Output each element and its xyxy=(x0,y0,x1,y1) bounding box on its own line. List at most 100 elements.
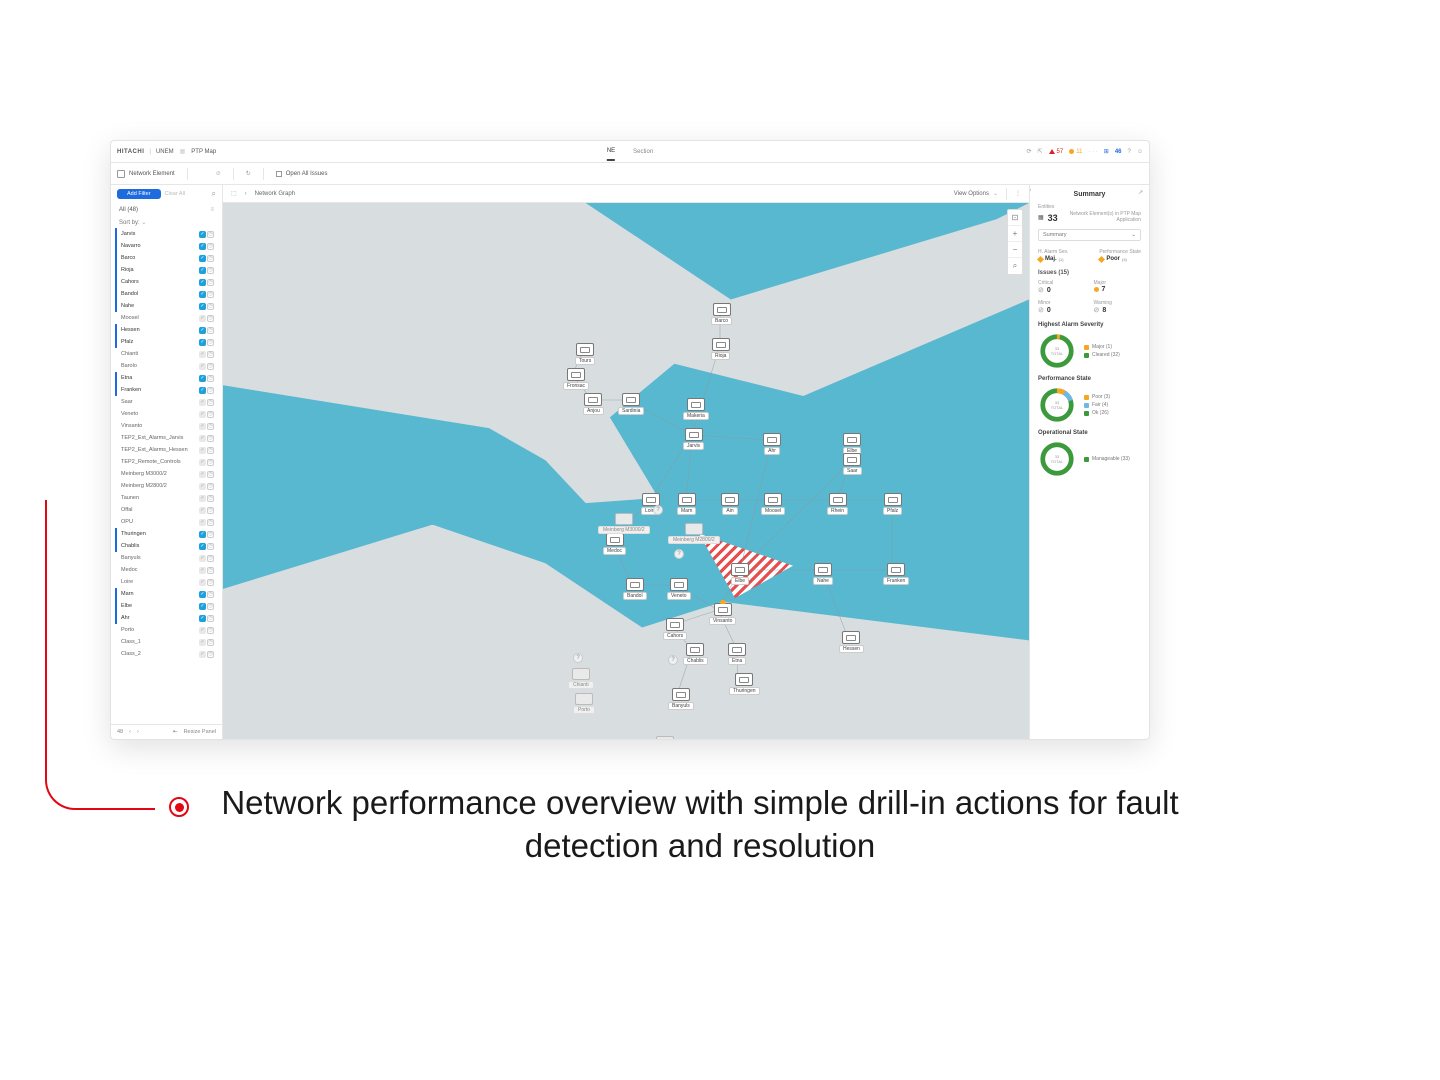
unknown-node-icon[interactable]: ? xyxy=(653,505,663,515)
list-item[interactable]: TEP2_Remote_Controls✓◷ xyxy=(115,456,218,468)
list-item[interactable]: Navarro✓◷ xyxy=(115,240,218,252)
popout-icon[interactable]: ⇱ xyxy=(1038,148,1043,155)
tab-section[interactable]: Section xyxy=(633,144,653,160)
network-node[interactable]: Elbe xyxy=(843,433,861,455)
network-node[interactable]: Makeria xyxy=(683,398,709,420)
user-icon[interactable]: ☺ xyxy=(1137,149,1143,155)
list-item[interactable]: Barco✓◷ xyxy=(115,252,218,264)
network-node[interactable]: Etna xyxy=(728,643,746,665)
ne-tab[interactable]: Network Element xyxy=(117,170,175,178)
add-filter-button[interactable]: Add Filter xyxy=(117,189,161,199)
unknown-node-icon[interactable]: ? xyxy=(573,653,583,663)
network-node-offline[interactable]: Chianti xyxy=(568,668,594,689)
app-crumb[interactable]: PTP Map xyxy=(191,149,216,155)
map-search-icon[interactable]: ⌕ xyxy=(1008,258,1022,274)
clear-all-button[interactable]: Clear All xyxy=(165,191,185,197)
map-controls: ⊡ + − ⌕ xyxy=(1007,209,1023,275)
map-zoom-fit-icon[interactable]: ⊡ xyxy=(1008,210,1022,226)
list-item[interactable]: Jarvis✓◷ xyxy=(115,228,218,240)
network-node[interactable]: Medoc xyxy=(603,533,626,555)
refresh-icon[interactable]: ↻ xyxy=(246,170,251,177)
app-window: HITACHI | UNEM ▦ PTP Map NE Section ⟳ ⇱ … xyxy=(110,140,1150,740)
tab-ne[interactable]: NE xyxy=(607,143,615,161)
warning-count: ⊘8 xyxy=(1094,306,1142,314)
network-node-offline[interactable]: Meinberg M3000/2 xyxy=(598,513,650,534)
list-item[interactable]: Moosel✓◷ xyxy=(115,312,218,324)
network-node[interactable]: Nahe xyxy=(813,563,833,585)
search-icon[interactable]: ⌕ xyxy=(212,189,216,199)
unknown-node-icon[interactable]: ? xyxy=(668,655,678,665)
list-item[interactable]: Saar✓◷ xyxy=(115,396,218,408)
network-node[interactable]: Tours xyxy=(575,343,595,365)
list-item[interactable]: TEP2_Ext_Alarms_Jarvis✓◷ xyxy=(115,432,218,444)
list-item[interactable]: Veneto✓◷ xyxy=(115,408,218,420)
list-item[interactable]: Nahe✓◷ xyxy=(115,300,218,312)
alarm-major-chip[interactable]: 11 xyxy=(1069,149,1082,155)
network-node[interactable]: Rhein xyxy=(827,493,848,515)
list-item[interactable]: Franken✓◷ xyxy=(115,384,218,396)
network-node[interactable]: Vinsanto xyxy=(709,603,736,625)
network-node[interactable]: Banyuls xyxy=(668,688,694,710)
resize-drag-icon[interactable]: ⇤ xyxy=(173,729,178,735)
grid9-icon[interactable]: ⊞ xyxy=(1104,148,1109,155)
list-item[interactable]: Vinsanto✓◷ xyxy=(115,420,218,432)
top-tabs: NE Section xyxy=(607,141,653,163)
unknown-node-icon[interactable]: ? xyxy=(674,549,684,559)
network-node[interactable]: Bandol xyxy=(623,578,647,600)
network-node[interactable]: Chablis xyxy=(683,643,708,665)
list-item[interactable]: Hessen✓◷ xyxy=(115,324,218,336)
chevron-down-icon: ⌄ xyxy=(1131,232,1136,238)
network-node-offline[interactable]: Porto xyxy=(573,693,595,714)
network-node[interactable]: Rioja xyxy=(711,338,730,360)
help-icon[interactable]: ? xyxy=(1128,149,1131,155)
network-node[interactable]: Cahors xyxy=(663,618,687,640)
network-node[interactable]: Franken xyxy=(883,563,909,585)
network-node[interactable]: Veneto xyxy=(667,578,691,600)
list-item[interactable]: Cahors✓◷ xyxy=(115,276,218,288)
network-node[interactable]: Marn xyxy=(677,493,696,515)
network-node[interactable]: Fronsac xyxy=(563,368,589,390)
list-item[interactable]: Meinberg M3000/2✓◷ xyxy=(115,468,218,480)
network-node-offline[interactable]: Meinberg M2800/2 xyxy=(668,523,720,544)
list-item[interactable]: Chianti✓◷ xyxy=(115,348,218,360)
network-node[interactable]: Jarvis xyxy=(683,428,704,450)
breadcrumb[interactable]: Network Graph xyxy=(255,191,295,197)
alarm-critical-chip[interactable]: 57 xyxy=(1049,149,1064,155)
network-map[interactable]: ⊡ + − ⌕ Barco Rioja Tours Fronsac Anjou Sardi… xyxy=(223,203,1029,739)
collapse-icon[interactable]: › xyxy=(1029,187,1031,194)
network-node[interactable]: Thuringen xyxy=(729,673,760,695)
alarm-filt-clear[interactable]: ⊘ xyxy=(216,170,221,177)
network-node[interactable]: Saar xyxy=(843,453,862,475)
network-node[interactable]: Moosel xyxy=(761,493,785,515)
open-all-issues-button[interactable]: Open All Issues xyxy=(276,171,328,177)
network-node[interactable]: Anjou xyxy=(583,393,604,415)
list-item[interactable]: Barolo✓◷ xyxy=(115,360,218,372)
view-options-dropdown[interactable]: View Options xyxy=(954,191,989,197)
network-node[interactable]: Ahr xyxy=(763,433,781,455)
summary-view-select[interactable]: Summary⌄ xyxy=(1038,229,1141,241)
list-item[interactable]: TEP2_Ext_Alarms_Hessen✓◷ xyxy=(115,444,218,456)
network-node[interactable]: Ain xyxy=(721,493,739,515)
sync-icon[interactable]: ⟳ xyxy=(1026,148,1031,155)
resize-panel-label: Resize Panel xyxy=(184,729,216,735)
list-item[interactable]: Pfalz✓◷ xyxy=(115,336,218,348)
popout-icon[interactable]: ↗ xyxy=(1138,189,1143,196)
network-node[interactable]: Sardinia xyxy=(618,393,644,415)
network-node[interactable]: Hessen xyxy=(839,631,864,653)
list-item[interactable]: Rioja✓◷ xyxy=(115,264,218,276)
network-node-offline[interactable]: Meinberg/M000 xyxy=(643,736,688,739)
chevron-down-icon: ⌄ xyxy=(993,190,998,197)
network-node[interactable]: Barco xyxy=(711,303,732,325)
more-icon[interactable]: ⋮ xyxy=(1015,190,1021,197)
map-zoom-out-icon[interactable]: − xyxy=(1008,242,1022,258)
list-item[interactable]: Etna✓◷ xyxy=(115,372,218,384)
network-node[interactable]: Pfalz xyxy=(883,493,902,515)
list-item[interactable]: Meinberg M2800/2✓◷ xyxy=(115,480,218,492)
map-zoom-in-icon[interactable]: + xyxy=(1008,226,1022,242)
view-toggle-icon[interactable]: ≡ xyxy=(210,207,214,213)
network-node[interactable]: Elbe xyxy=(731,563,749,585)
all-count[interactable]: All (48) xyxy=(119,207,138,213)
list-item[interactable]: Bandol✓◷ xyxy=(115,288,218,300)
layout-icon[interactable]: ⬚ xyxy=(231,190,237,197)
sort-dropdown[interactable]: ⌄ xyxy=(141,220,146,226)
